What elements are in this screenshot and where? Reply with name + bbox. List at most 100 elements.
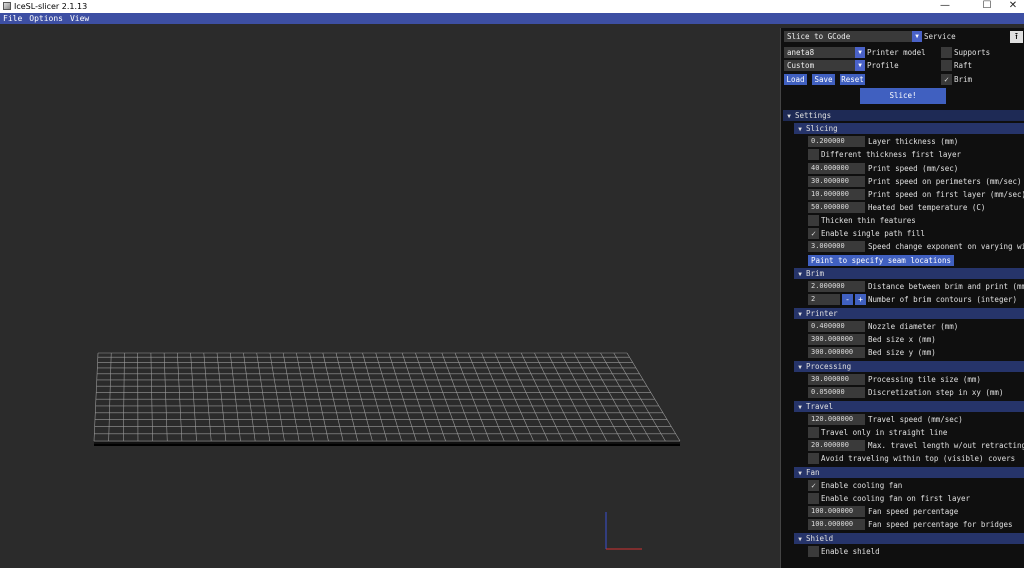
- avoid-covers-checkbox[interactable]: [808, 453, 819, 464]
- grid-line: [613, 352, 666, 442]
- menu-file[interactable]: File: [0, 13, 26, 24]
- chevron-down-icon: ▼: [912, 31, 922, 42]
- menu-view[interactable]: View: [67, 13, 93, 24]
- grid-line: [216, 352, 227, 442]
- profile-select[interactable]: Custom ▼: [784, 60, 865, 71]
- max-travel-length-input[interactable]: 20.000000: [808, 440, 865, 451]
- printer-section-header[interactable]: ▼ Printer: [794, 308, 1024, 319]
- service-select[interactable]: Slice to GCode ▼: [784, 31, 922, 42]
- grid-line: [163, 352, 168, 442]
- collapse-arrow-icon: ▼: [798, 404, 802, 411]
- discretization-step-label: Discretization step in xy (mm): [868, 388, 1004, 397]
- max-travel-length-label: Max. travel length w/out retracting: [868, 441, 1024, 450]
- shield-section-header[interactable]: ▼ Shield: [794, 533, 1024, 544]
- title-bar: IceSL-slicer 2.1.13 — ☐ ✕: [0, 0, 1024, 13]
- print-speed-input[interactable]: 40.000000: [808, 163, 865, 174]
- reset-button[interactable]: Reset: [840, 74, 865, 85]
- first-layer-speed-input[interactable]: 10.000000: [808, 189, 865, 200]
- travel-speed-input[interactable]: 120.000000: [808, 414, 865, 425]
- collapse-arrow-icon: ▼: [798, 364, 802, 371]
- grid-line: [296, 352, 315, 442]
- processing-title: Processing: [806, 362, 852, 371]
- chevron-down-icon: ▼: [855, 60, 865, 71]
- menu-options[interactable]: Options: [26, 13, 67, 24]
- straight-line-label: Travel only in straight line: [821, 428, 948, 437]
- 3d-viewport[interactable]: [0, 24, 780, 568]
- paint-seam-button[interactable]: Paint to specify seam locations: [808, 255, 954, 266]
- slice-button[interactable]: Slice!: [860, 88, 946, 104]
- brim-checkbox[interactable]: ✓: [941, 74, 952, 85]
- different-thickness-checkbox[interactable]: [808, 149, 819, 160]
- grid-line: [362, 352, 388, 442]
- grid-line: [93, 352, 99, 442]
- brim-distance-input[interactable]: 2.000000: [808, 281, 865, 292]
- grid-line: [547, 352, 593, 442]
- grid-line: [282, 352, 300, 442]
- bed-size-y-input[interactable]: 300.000000: [808, 347, 865, 358]
- brim-distance-label: Distance between brim and print (mm): [868, 282, 1024, 291]
- profile-value: Custom: [787, 61, 815, 70]
- grid-line: [428, 352, 461, 442]
- processing-section-header[interactable]: ▼ Processing: [794, 361, 1024, 372]
- different-thickness-label: Different thickness first layer: [821, 150, 961, 159]
- single-path-fill-checkbox[interactable]: ✓: [808, 228, 819, 239]
- speed-exponent-label: Speed change exponent on varying width: [868, 242, 1024, 251]
- save-button[interactable]: Save: [812, 74, 835, 85]
- travel-section-header[interactable]: ▼ Travel: [794, 401, 1024, 412]
- grid-line: [468, 352, 505, 442]
- speed-exponent-input[interactable]: 3.000000: [808, 241, 865, 252]
- fan-speed-input[interactable]: 100.000000: [808, 506, 865, 517]
- grid-line: [401, 352, 432, 442]
- settings-title: Settings: [795, 111, 832, 120]
- slicing-section-header[interactable]: ▼ Slicing: [794, 123, 1024, 134]
- thicken-thin-features-label: Thicken thin features: [821, 216, 916, 225]
- window-title: IceSL-slicer 2.1.13: [14, 2, 88, 11]
- perimeter-speed-input[interactable]: 30.000000: [808, 176, 865, 187]
- fan-section-header[interactable]: ▼ Fan: [794, 467, 1024, 478]
- minimize-button[interactable]: —: [930, 0, 960, 13]
- grid-line: [626, 352, 681, 442]
- collapse-arrow-icon: ▼: [798, 126, 802, 133]
- fan-first-layer-checkbox[interactable]: [808, 493, 819, 504]
- collapse-arrow-icon: ▼: [798, 536, 802, 543]
- thicken-thin-features-checkbox[interactable]: [808, 215, 819, 226]
- fan-title: Fan: [806, 468, 820, 477]
- raft-checkbox[interactable]: [941, 60, 952, 71]
- first-layer-speed-label: Print speed on first layer (mm/sec): [868, 190, 1024, 199]
- load-button[interactable]: Load: [784, 74, 807, 85]
- close-button[interactable]: ✕: [1002, 0, 1024, 13]
- grid-line: [190, 352, 197, 442]
- bed-temperature-input[interactable]: 50.000000: [808, 202, 865, 213]
- printer-model-select[interactable]: aneta8 ▼: [784, 47, 865, 58]
- increment-button[interactable]: +: [855, 294, 866, 305]
- layer-thickness-input[interactable]: 0.200000: [808, 136, 865, 147]
- grid-line: [441, 352, 476, 442]
- grid-line: [269, 352, 285, 442]
- straight-line-checkbox[interactable]: [808, 427, 819, 438]
- shield-checkbox[interactable]: [808, 546, 819, 557]
- tile-size-label: Processing tile size (mm): [868, 375, 981, 384]
- cooling-fan-checkbox[interactable]: ✓: [808, 480, 819, 491]
- service-label: Service: [924, 32, 956, 41]
- upload-icon[interactable]: ⭱: [1010, 31, 1023, 43]
- fan-bridge-speed-input[interactable]: 100.000000: [808, 519, 865, 530]
- brim-section-header[interactable]: ▼ Brim: [794, 268, 1024, 279]
- fan-speed-label: Fan speed percentage: [868, 507, 959, 516]
- maximize-button[interactable]: ☐: [972, 0, 1002, 13]
- decrement-button[interactable]: -: [842, 294, 853, 305]
- travel-speed-label: Travel speed (mm/sec): [868, 415, 963, 424]
- bed-size-x-input[interactable]: 300.000000: [808, 334, 865, 345]
- supports-checkbox[interactable]: [941, 47, 952, 58]
- bed-size-y-label: Bed size y (mm): [868, 348, 936, 357]
- bed-temperature-label: Heated bed temperature (C): [868, 203, 986, 212]
- discretization-step-input[interactable]: 0.050000: [808, 387, 865, 398]
- tile-size-input[interactable]: 30.000000: [808, 374, 865, 385]
- service-select-value: Slice to GCode: [787, 32, 851, 41]
- app-icon: [3, 2, 11, 10]
- bed-size-x-label: Bed size x (mm): [868, 335, 936, 344]
- cooling-fan-label: Enable cooling fan: [821, 481, 903, 490]
- settings-header[interactable]: ▼ Settings: [783, 110, 1024, 121]
- profile-label: Profile: [867, 61, 899, 70]
- nozzle-diameter-input[interactable]: 0.400000: [808, 321, 865, 332]
- brim-contours-input[interactable]: 2: [808, 294, 840, 305]
